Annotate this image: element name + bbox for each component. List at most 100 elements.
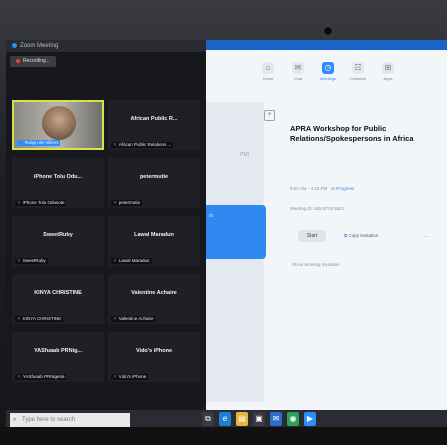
- participant-label-text: petermutie: [118, 200, 141, 205]
- participant-label: ✕ African Public Relations ...: [111, 142, 174, 148]
- participant-label-text: SweetRuby: [22, 258, 46, 263]
- store-icon[interactable]: ▣: [253, 412, 265, 426]
- zoom-logo-icon: [12, 42, 17, 48]
- participant-label-text: Lawal Maradun: [118, 258, 150, 263]
- copy-invitation-button[interactable]: ⧉ Copy Invitation: [344, 233, 378, 238]
- copy-invitation-label: Copy Invitation: [348, 233, 379, 238]
- muted-mic-icon: ✕: [17, 258, 21, 263]
- zoom-icon[interactable]: ▶: [304, 412, 316, 426]
- nav-contacts[interactable]: ☷ Contacts: [346, 62, 370, 88]
- participant-label-text: African Public Relations ...: [118, 142, 172, 147]
- zoom-window-title: Zoom Meeting: [6, 40, 206, 52]
- nav-meetings[interactable]: ◷ Meetings: [316, 62, 340, 88]
- nav-label: Meetings: [319, 76, 337, 81]
- participant-tile[interactable]: KINYA CHRISTINE ✕ KINYA CHRISTINE: [12, 274, 104, 324]
- home-icon: ⌂: [262, 62, 274, 74]
- participant-label-text: KINYA CHRISTINE: [22, 316, 62, 321]
- webcam-icon: [323, 26, 333, 36]
- participant-label-text: Valentine Achaire: [118, 316, 154, 321]
- muted-mic-icon: ✕: [113, 258, 117, 263]
- participant-name: Lawal Maradun: [134, 232, 174, 238]
- selected-meeting-card[interactable]: m: [206, 205, 266, 259]
- participant-tile[interactable]: iPhone Tolu Odu... ✕ iPhone Tolu Odusote: [12, 158, 104, 208]
- participant-label: ✕ iPhone Tolu Odusote: [15, 200, 67, 206]
- recording-label: Recording...: [23, 58, 50, 64]
- file-explorer-icon[interactable]: ▤: [236, 412, 248, 426]
- participant-name: Vido's iPhone: [135, 348, 173, 354]
- zoom-client-window: + PM) m ⌂ Home ✉ Chat ◷ Meetings ☷ Contacts ⊞ App…: [206, 40, 447, 410]
- meeting-time: 9:00 AM - 4:15 PM In Progress: [290, 186, 354, 191]
- taskbar-search-box[interactable]: ⌕ Type here to search: [10, 413, 130, 427]
- window-title-text: Zoom Meeting: [20, 43, 59, 49]
- muted-mic-icon: ✕: [113, 316, 117, 321]
- selected-meeting-text: m: [209, 213, 214, 219]
- participant-name: African Public R...: [130, 116, 178, 122]
- participant-tile[interactable]: YASfuaab PRNig... ✕ YASfuaab PRNigeria: [12, 332, 104, 382]
- meeting-title: APRA Workshop for Public Relations/Spoke…: [290, 124, 414, 143]
- show-invitation-link[interactable]: Show Meeting Invitation: [292, 262, 340, 267]
- meeting-status: In Progress: [331, 186, 355, 191]
- start-button[interactable]: Start: [298, 230, 326, 242]
- contacts-icon: ☷: [352, 62, 364, 74]
- laptop-lower-bezel: [0, 427, 447, 445]
- participant-name: Valentine Achaire: [131, 290, 177, 296]
- participant-name: petermutie: [139, 174, 169, 180]
- participant-tile[interactable]: SweetRuby ✕ SweetRuby: [12, 216, 104, 266]
- meetings-icon: ◷: [322, 62, 334, 74]
- taskbar-app-icons: ⧉ e ▤ ▣ ✉ ◉ ▶: [202, 412, 316, 426]
- participant-video: [42, 106, 76, 140]
- participant-name: SweetRuby: [43, 232, 73, 238]
- search-placeholder: Type here to search: [22, 417, 76, 423]
- nav-home[interactable]: ⌂ Home: [256, 62, 280, 88]
- nav-apps[interactable]: ⊞ Apps: [376, 62, 400, 88]
- participant-name: iPhone Tolu Odu...: [33, 174, 83, 180]
- participant-label: ✕ Vido's iPhone: [111, 374, 149, 380]
- mail-icon[interactable]: ✉: [270, 412, 282, 426]
- participant-label-text: Vido's iPhone: [118, 374, 147, 379]
- participant-tile[interactable]: ✕ Robyn de Villiers: [12, 100, 104, 150]
- participant-tile[interactable]: petermutie ✕ petermutie: [108, 158, 200, 208]
- more-options-button[interactable]: ...: [424, 233, 428, 238]
- participant-label: ✕ SweetRuby: [15, 258, 48, 264]
- muted-mic-icon: ✕: [17, 374, 21, 379]
- zoom-gallery-view: ✕ Robyn de Villiers African Public R... ✕ Af…: [6, 52, 206, 410]
- participant-label: ✕ Lawal Maradun: [111, 258, 152, 264]
- participant-tile[interactable]: Lawal Maradun ✕ Lawal Maradun: [108, 216, 200, 266]
- participant-tile[interactable]: Vido's iPhone ✕ Vido's iPhone: [108, 332, 200, 382]
- client-title-bar: [206, 40, 447, 50]
- participant-name: KINYA CHRISTINE: [34, 290, 82, 296]
- muted-mic-icon: ✕: [17, 316, 21, 321]
- participant-label: ✕ Valentine Achaire: [111, 316, 156, 322]
- search-icon: ⌕: [13, 417, 17, 423]
- muted-mic-icon: ✕: [113, 142, 117, 147]
- muted-mic-icon: ✕: [17, 200, 21, 205]
- meeting-id: Meeting ID: 838 8729 5621: [290, 206, 345, 211]
- client-nav-bar: ⌂ Home ✉ Chat ◷ Meetings ☷ Contacts ⊞ Apps: [256, 62, 400, 88]
- participant-label-text: Robyn de Villiers: [24, 140, 59, 145]
- participant-label: ✕ petermutie: [111, 200, 143, 206]
- participant-label: ✕ KINYA CHRISTINE: [15, 316, 64, 322]
- participant-tile[interactable]: African Public R... ✕ African Public Relat…: [108, 100, 200, 150]
- muted-mic-icon: ✕: [19, 140, 23, 145]
- nav-chat[interactable]: ✉ Chat: [286, 62, 310, 88]
- participant-label: ✕ Robyn de Villiers: [17, 140, 61, 146]
- add-meeting-icon[interactable]: +: [264, 110, 275, 121]
- nav-label: Chat: [293, 76, 303, 81]
- nav-label: Apps: [383, 76, 393, 81]
- participant-label-text: YASfuaab PRNigeria: [22, 374, 65, 379]
- screen: Zoom Meeting ✕ Robyn de Villiers African P…: [6, 40, 447, 410]
- meeting-time-text: 9:00 AM - 4:15 PM: [290, 186, 328, 191]
- side-time-text: PM): [240, 152, 250, 158]
- recording-indicator[interactable]: Recording...: [10, 56, 56, 67]
- task-view-icon[interactable]: ⧉: [202, 412, 214, 426]
- edge-icon[interactable]: e: [219, 412, 231, 426]
- muted-mic-icon: ✕: [113, 374, 117, 379]
- participant-name: YASfuaab PRNig...: [33, 348, 83, 354]
- participant-tile[interactable]: Valentine Achaire ✕ Valentine Achaire: [108, 274, 200, 324]
- participant-label-text: iPhone Tolu Odusote: [22, 200, 65, 205]
- nav-label: Home: [262, 76, 274, 81]
- muted-mic-icon: ✕: [113, 200, 117, 205]
- participant-label: ✕ YASfuaab PRNigeria: [15, 374, 67, 380]
- chrome-icon[interactable]: ◉: [287, 412, 299, 426]
- apps-icon: ⊞: [382, 62, 394, 74]
